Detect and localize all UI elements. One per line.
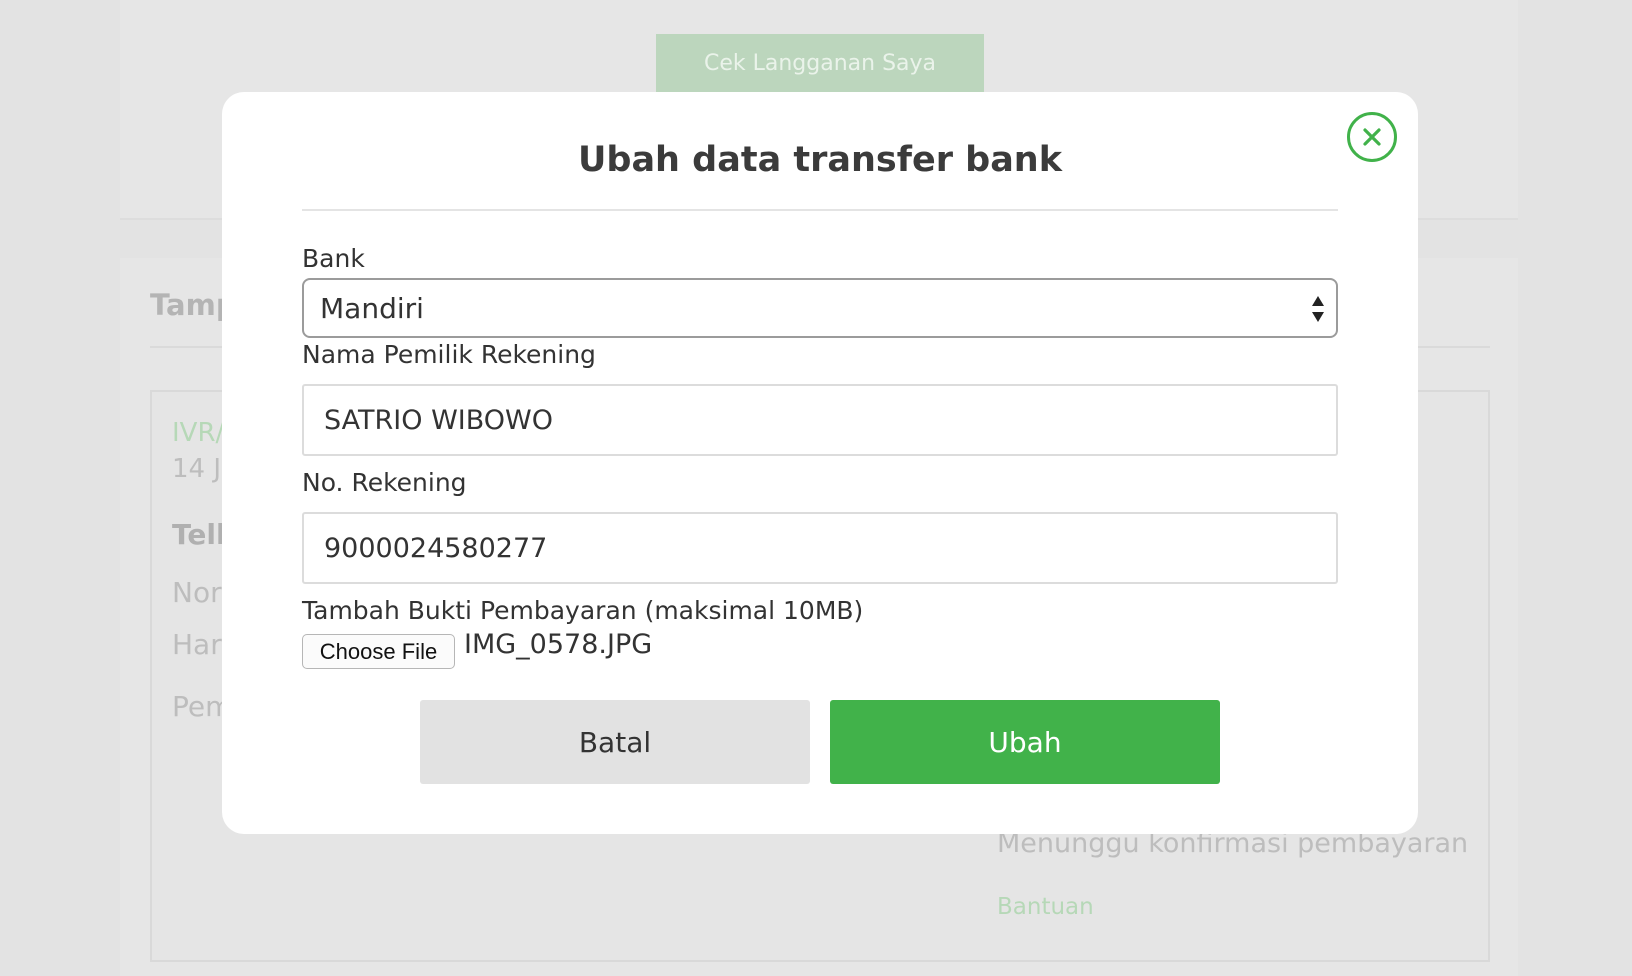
account-number-label: No. Rekening [302, 468, 467, 497]
cancel-button[interactable]: Batal [420, 700, 810, 784]
submit-button[interactable]: Ubah [830, 700, 1220, 784]
title-divider [302, 209, 1338, 211]
number-label: Nor [172, 576, 222, 609]
select-arrows-icon [1312, 296, 1324, 322]
selected-file-name: IMG_0578.JPG [464, 629, 653, 660]
order-id[interactable]: IVR/ [172, 418, 224, 448]
close-button[interactable] [1347, 112, 1397, 162]
check-subscription-button[interactable]: Cek Langganan Saya [656, 34, 984, 92]
bank-select[interactable]: Mandiri [302, 278, 1338, 338]
price-label: Har [172, 628, 222, 661]
bank-select-value: Mandiri [320, 291, 424, 325]
help-link[interactable]: Bantuan [997, 894, 1094, 920]
bank-label: Bank [302, 244, 365, 273]
account-number-input[interactable] [302, 512, 1338, 584]
owner-name-label: Nama Pemilik Rekening [302, 340, 596, 369]
edit-bank-transfer-modal [222, 92, 1418, 834]
choose-file-button[interactable]: Choose File [302, 634, 455, 669]
payment-proof-label: Tambah Bukti Pembayaran (maksimal 10MB) [302, 596, 864, 625]
owner-name-input[interactable] [302, 384, 1338, 456]
close-circle-icon [1363, 128, 1381, 146]
modal-title: Ubah data transfer bank [577, 140, 1063, 180]
